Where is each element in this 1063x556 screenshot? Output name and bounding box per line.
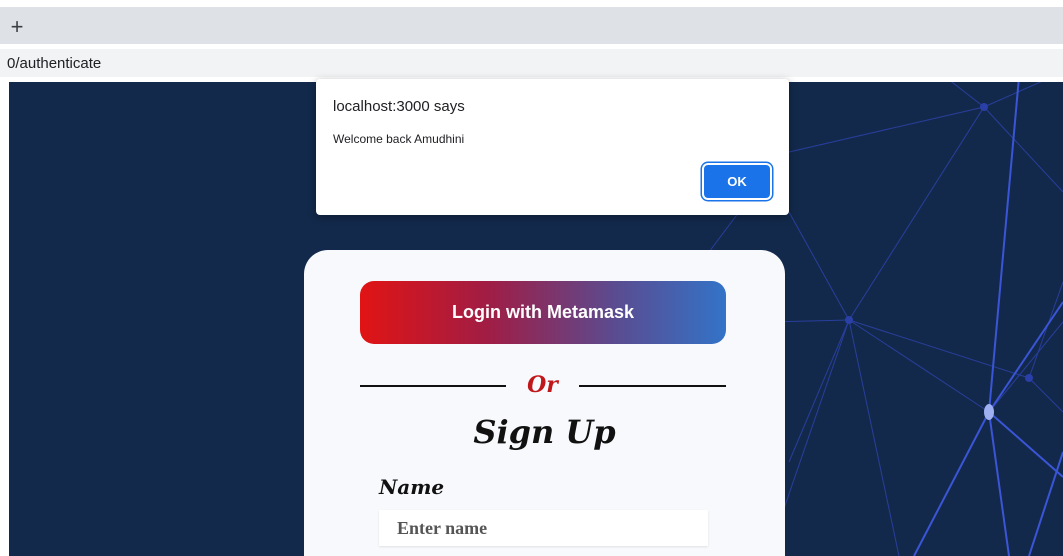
dialog-message: Welcome back Amudhini bbox=[333, 132, 465, 146]
network-line-bright bbox=[913, 411, 990, 556]
network-line bbox=[848, 319, 990, 413]
network-line bbox=[708, 211, 740, 253]
tab-strip-bar: + bbox=[0, 7, 1063, 44]
network-line bbox=[983, 82, 1042, 108]
network-line-bright bbox=[988, 411, 1063, 478]
network-line bbox=[848, 319, 900, 556]
name-input[interactable] bbox=[379, 510, 708, 546]
network-line bbox=[848, 106, 985, 321]
network-line bbox=[988, 321, 1063, 413]
network-line-bright bbox=[988, 301, 1063, 413]
address-field[interactable]: 0/authenticate bbox=[0, 49, 1063, 77]
network-line-bright bbox=[1028, 451, 1063, 556]
network-node-highlight bbox=[984, 404, 994, 420]
dialog-title: localhost:3000 says bbox=[333, 98, 465, 115]
ok-button[interactable]: OK bbox=[704, 165, 770, 198]
alert-dialog: localhost:3000 says Welcome back Amudhin… bbox=[316, 79, 789, 215]
network-line bbox=[1028, 281, 1063, 379]
browser-window: + 0/authenticate Login with Metamask Or … bbox=[0, 0, 1063, 556]
login-with-metamask-button[interactable]: Login with Metamask bbox=[360, 281, 726, 344]
auth-card: Login with Metamask Or Sign Up Name bbox=[304, 250, 785, 556]
network-line bbox=[1028, 377, 1063, 413]
network-node bbox=[980, 103, 988, 111]
or-divider-text: Or bbox=[527, 372, 558, 398]
tab-strip: + bbox=[0, 0, 1063, 44]
new-tab-plus-icon[interactable]: + bbox=[6, 16, 28, 38]
or-divider: Or bbox=[360, 370, 726, 400]
network-line bbox=[788, 319, 850, 463]
network-line-bright bbox=[988, 411, 1010, 556]
divider-line-left bbox=[360, 385, 506, 387]
name-label: Name bbox=[379, 475, 445, 499]
signup-title: Sign Up bbox=[473, 413, 616, 451]
url-text[interactable]: 0/authenticate bbox=[7, 55, 101, 72]
network-line bbox=[848, 319, 1030, 379]
network-line bbox=[983, 106, 1063, 193]
network-node bbox=[845, 316, 853, 324]
network-line bbox=[788, 106, 985, 153]
divider-line-right bbox=[579, 385, 726, 387]
network-line bbox=[951, 82, 985, 108]
network-node bbox=[1025, 374, 1033, 382]
network-line-bright bbox=[988, 82, 1020, 413]
address-bar: 0/authenticate bbox=[0, 44, 1063, 82]
network-line bbox=[788, 211, 850, 321]
